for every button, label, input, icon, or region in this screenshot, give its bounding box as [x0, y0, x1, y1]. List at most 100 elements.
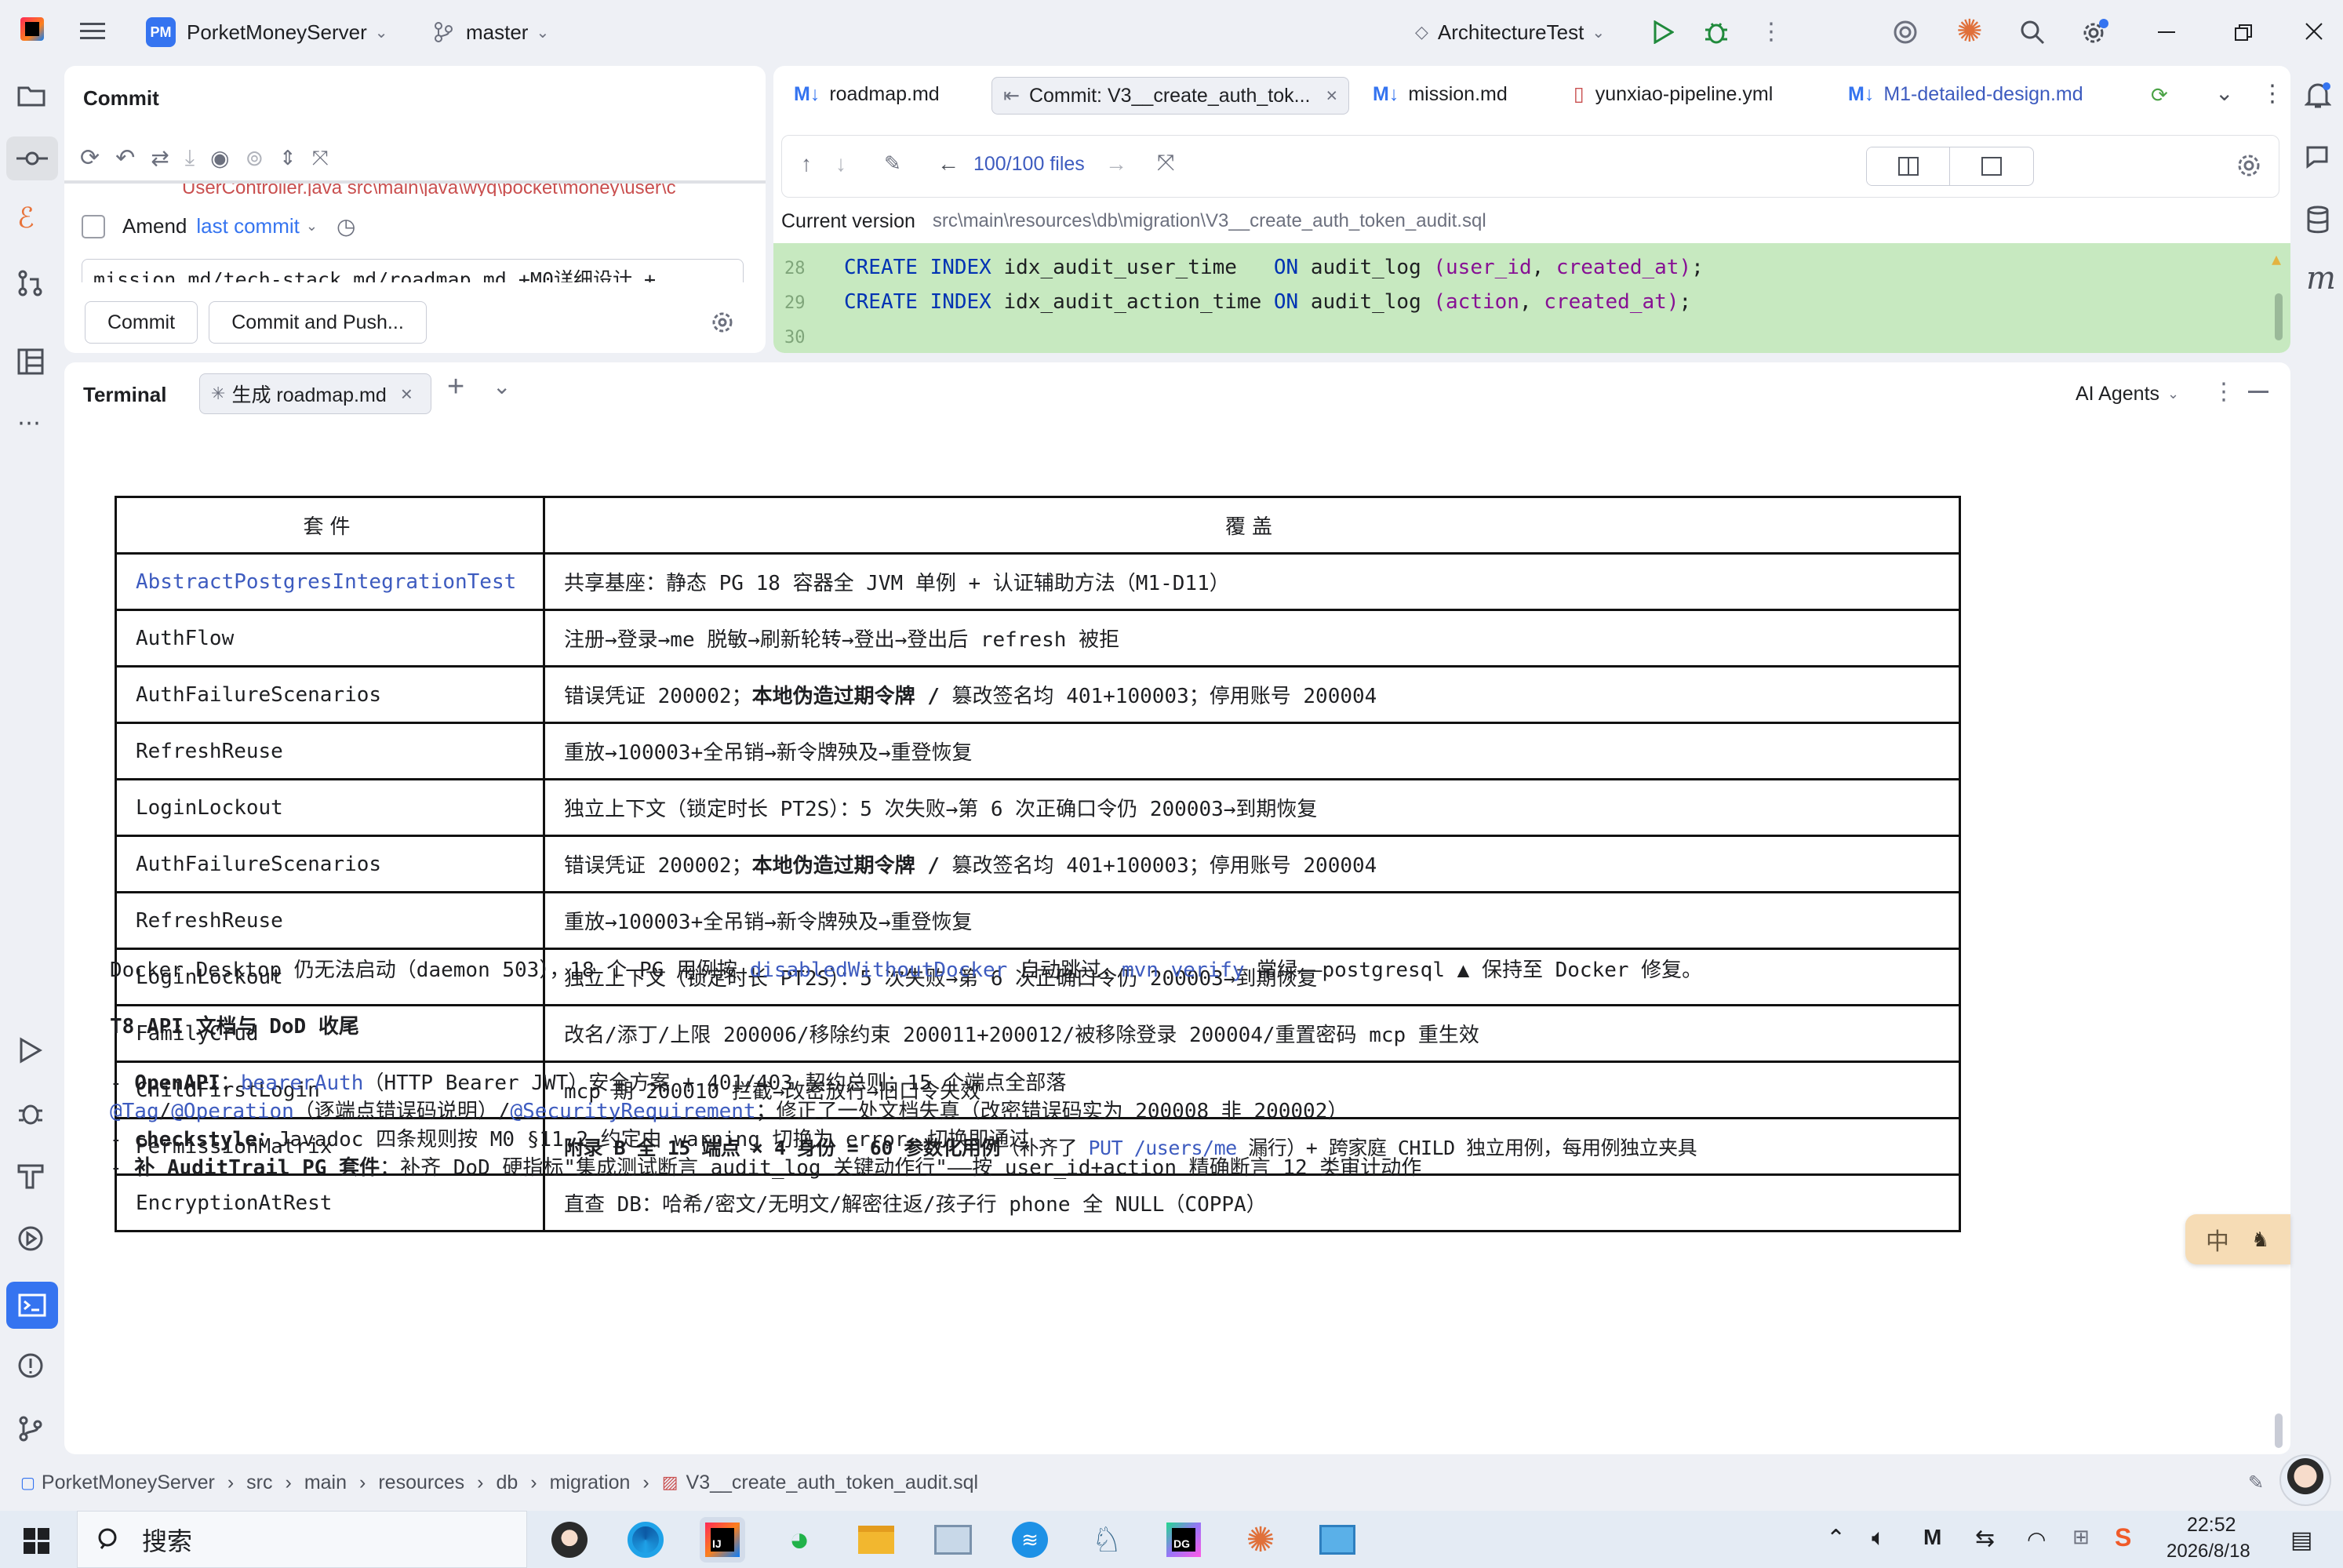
- tray-switch-icon[interactable]: ⇆: [1975, 1525, 1995, 1552]
- group-icon[interactable]: ⊚: [246, 145, 264, 171]
- taskbar-docker-icon[interactable]: ≋: [1007, 1517, 1053, 1563]
- tab-mission[interactable]: M↓ mission.md: [1373, 66, 1508, 122]
- volume-icon[interactable]: 🔈︎: [1872, 1525, 1886, 1552]
- terminal-dropdown-icon[interactable]: ⌄: [493, 373, 511, 399]
- next-file-icon[interactable]: →: [1105, 151, 1127, 176]
- tabs-more-icon[interactable]: ⋮: [2261, 80, 2284, 107]
- start-icon[interactable]: [24, 1528, 50, 1555]
- restore-icon[interactable]: [2228, 19, 2259, 47]
- preview-icon[interactable]: ◉: [210, 145, 229, 171]
- maven-icon[interactable]: m: [2306, 260, 2336, 297]
- taskbar-remote-desktop-icon[interactable]: [1315, 1517, 1360, 1563]
- commit-message-field[interactable]: mission.md/tech-stack.md/roadmap.md +M0详…: [82, 259, 744, 282]
- breadcrumb-item[interactable]: main: [304, 1472, 347, 1494]
- breadcrumb-item[interactable]: db: [496, 1472, 518, 1494]
- taskbar-wechat-icon[interactable]: ◕: [777, 1517, 822, 1563]
- taskbar-app-avatar-icon[interactable]: [547, 1517, 592, 1563]
- tab-m1-design[interactable]: M↓ M1-detailed-design.md: [1848, 66, 2083, 122]
- close-tab-icon[interactable]: ×: [401, 382, 413, 406]
- user-avatar[interactable]: [2279, 1454, 2331, 1506]
- tabs-dropdown-icon[interactable]: ⌄: [2215, 80, 2233, 106]
- collapse-all-icon[interactable]: ⤧: [312, 146, 329, 171]
- terminal-tool-icon[interactable]: [6, 1282, 58, 1329]
- notification-center-icon[interactable]: ▤: [2290, 1526, 2312, 1554]
- ai-agents-selector[interactable]: AI Agents ⌄: [2076, 383, 2179, 406]
- prev-file-icon[interactable]: ←: [937, 151, 959, 176]
- shelve-icon[interactable]: ⤓: [185, 145, 195, 171]
- taskbar-postgresql-icon[interactable]: ♘: [1084, 1517, 1130, 1563]
- terminal-output[interactable]: 套件 覆盖 AbstractPostgresIntegrationTest 共享基…: [64, 409, 2290, 1454]
- edit-source-icon[interactable]: ✎: [884, 151, 901, 176]
- expand-all-icon[interactable]: ⇕: [279, 146, 297, 170]
- sogou-icon[interactable]: S: [2115, 1523, 2131, 1552]
- problems-tool-icon[interactable]: [17, 1352, 44, 1379]
- unified-view-icon[interactable]: [1950, 147, 2033, 185]
- side-by-side-view-icon[interactable]: [1867, 147, 1950, 185]
- taskbar-intellij-icon[interactable]: IJ: [700, 1517, 745, 1563]
- warning-icon[interactable]: ▲: [2272, 249, 2281, 268]
- commit-options-gear-icon[interactable]: [711, 311, 734, 334]
- diff-settings-icon[interactable]: [2236, 153, 2261, 178]
- run-config-selector[interactable]: ◇ ArchitectureTest ⌄: [1415, 16, 1605, 49]
- taskbar-file-explorer-icon[interactable]: [853, 1517, 899, 1563]
- run-tool-icon[interactable]: [19, 1037, 42, 1064]
- commit-and-push-button[interactable]: Commit and Push...: [209, 301, 427, 344]
- taskbar-datagrip-icon[interactable]: DG: [1161, 1517, 1206, 1563]
- database-icon[interactable]: [2306, 206, 2330, 234]
- search-icon[interactable]: [2019, 19, 2046, 45]
- pull-requests-icon[interactable]: [17, 270, 44, 297]
- commit-button[interactable]: Commit: [85, 301, 198, 344]
- settings-icon[interactable]: [2080, 17, 2110, 47]
- terminal-scrollbar[interactable]: [2275, 1413, 2283, 1448]
- next-change-icon[interactable]: ↓: [835, 151, 846, 176]
- prev-change-icon[interactable]: ↑: [801, 151, 812, 176]
- last-commit-link[interactable]: last commit: [196, 214, 299, 238]
- editor-scrollbar[interactable]: [2275, 293, 2283, 340]
- branch-switcher[interactable]: master ⌄: [433, 16, 549, 49]
- ime-floating-widget[interactable]: 中 ♞: [2185, 1214, 2290, 1264]
- diff-icon[interactable]: ⇄: [151, 145, 169, 171]
- more-actions-icon[interactable]: ⋮: [1759, 17, 1783, 45]
- plugin-tool-icon[interactable]: ℰ: [17, 204, 35, 232]
- ime-status-icon[interactable]: ⊞: [2072, 1525, 2090, 1549]
- close-tab-icon[interactable]: ×: [1326, 85, 1337, 107]
- refresh-icon[interactable]: ⟳: [80, 144, 100, 172]
- power-save-icon[interactable]: ✎: [2248, 1472, 2264, 1494]
- project-tool-icon[interactable]: [17, 83, 45, 107]
- history-icon[interactable]: ◷: [337, 213, 355, 239]
- tab-pipeline-yml[interactable]: ▯ yunxiao-pipeline.yml: [1574, 66, 1773, 122]
- tray-overflow-icon[interactable]: ⌃: [1826, 1525, 1846, 1552]
- amend-checkbox[interactable]: [82, 214, 105, 238]
- collapse-diff-icon[interactable]: ⤧: [1157, 150, 1174, 176]
- terminal-tab[interactable]: ✳ 生成 roadmap.md ×: [199, 373, 431, 414]
- clock-date[interactable]: 2026/8/18: [2167, 1541, 2250, 1563]
- terminal-more-icon[interactable]: ⋮: [2212, 378, 2236, 406]
- services-tool-icon[interactable]: [17, 1225, 44, 1252]
- build-tool-icon[interactable]: [17, 1162, 44, 1189]
- rollback-icon[interactable]: ↶: [115, 144, 135, 172]
- network-icon[interactable]: ◠: [2027, 1526, 2046, 1552]
- breadcrumb-item[interactable]: src: [246, 1472, 272, 1494]
- ai-assistant-icon[interactable]: [1892, 19, 1919, 45]
- changed-file-row[interactable]: UserController.java src\main\java\wyq\po…: [64, 180, 766, 196]
- breadcrumb-item[interactable]: V3__create_auth_token_audit.sql: [686, 1472, 979, 1494]
- git-tool-icon[interactable]: [17, 1415, 44, 1442]
- structure-tool-icon[interactable]: [17, 348, 44, 375]
- debug-button[interactable]: [1704, 19, 1729, 45]
- more-tools-icon[interactable]: ⋯: [17, 409, 41, 437]
- close-window-icon[interactable]: [2298, 17, 2330, 45]
- breadcrumb-item[interactable]: PorketMoneyServer: [42, 1472, 215, 1494]
- taskbar-search[interactable]: 搜索: [77, 1511, 527, 1568]
- language-indicator[interactable]: 中: [2072, 1528, 2073, 1529]
- project-switcher[interactable]: PM PorketMoneyServer ⌄: [146, 16, 388, 49]
- taskbar-image-viewer-icon[interactable]: [930, 1517, 976, 1563]
- minimize-icon[interactable]: [2151, 19, 2182, 47]
- clock-time[interactable]: 22:52: [2187, 1514, 2236, 1537]
- taskbar-claude-icon[interactable]: ✺: [1238, 1517, 1283, 1563]
- tray-app-icon[interactable]: M: [1923, 1525, 1941, 1550]
- ai-chat-icon[interactable]: [2305, 144, 2333, 169]
- tab-commit-diff[interactable]: ⇤ Commit: V3__create_auth_tok... ×: [991, 77, 1349, 115]
- main-menu-icon[interactable]: [77, 17, 108, 45]
- debug-tool-icon[interactable]: [17, 1100, 44, 1126]
- taskbar-browser-icon[interactable]: [623, 1517, 668, 1563]
